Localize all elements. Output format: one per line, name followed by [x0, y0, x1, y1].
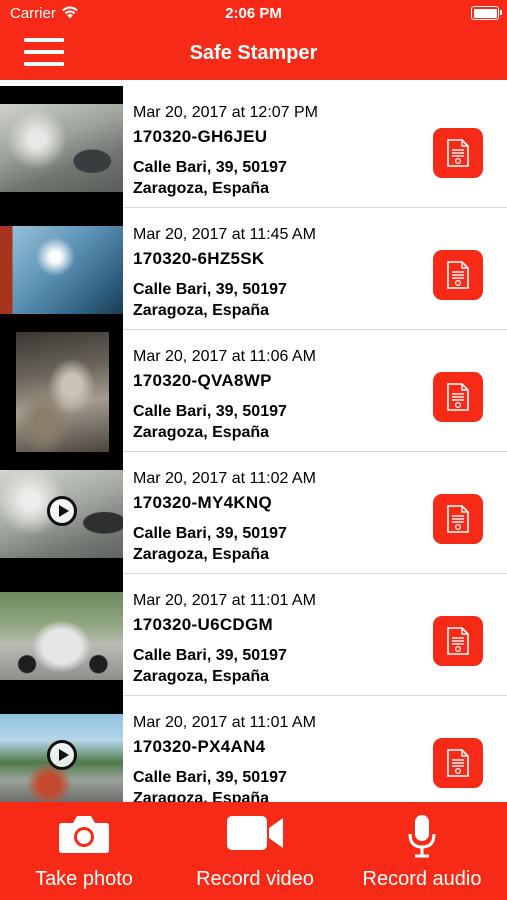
certificate-document-icon	[447, 383, 469, 411]
record-date: Mar 20, 2017 at 11:01 AM	[133, 592, 316, 609]
record-address-line1: Calle Bari, 39, 50197	[133, 159, 287, 176]
play-icon[interactable]	[47, 496, 77, 526]
record-thumbnail	[0, 574, 123, 696]
record-video-button[interactable]: Record video	[183, 802, 327, 900]
record-address-line2: Zaragoza, España	[133, 668, 270, 685]
play-icon[interactable]	[47, 740, 77, 770]
record-thumbnail	[0, 86, 123, 208]
record-date: Mar 20, 2017 at 11:45 AM	[133, 226, 316, 243]
record-audio-button[interactable]: Record audio	[348, 802, 496, 900]
record-date: Mar 20, 2017 at 12:07 PM	[133, 104, 318, 121]
record-code: 170320-PX4AN4	[133, 737, 266, 756]
record-address-line2: Zaragoza, España	[133, 302, 270, 319]
take-photo-button[interactable]: Take photo	[12, 802, 156, 900]
record-code: 170320-U6CDGM	[133, 615, 273, 634]
certificate-button[interactable]	[433, 128, 483, 178]
record-date: Mar 20, 2017 at 11:02 AM	[133, 470, 316, 487]
record-address-line1: Calle Bari, 39, 50197	[133, 525, 287, 542]
record-address-line1: Calle Bari, 39, 50197	[133, 769, 287, 786]
certificate-button[interactable]	[433, 250, 483, 300]
record-code: 170320-QVA8WP	[133, 371, 272, 390]
record-video-label: Record video	[196, 868, 314, 890]
certificate-button[interactable]	[433, 372, 483, 422]
record-info: Mar 20, 2017 at 11:02 AM 170320-MY4KNQ C…	[133, 452, 413, 574]
record-code: 170320-MY4KNQ	[133, 493, 273, 512]
certificate-button[interactable]	[433, 494, 483, 544]
record-address-line1: Calle Bari, 39, 50197	[133, 647, 287, 664]
record-thumbnail	[0, 208, 123, 330]
clock: 2:06 PM	[225, 5, 282, 22]
record-info: Mar 20, 2017 at 12:07 PM 170320-GH6JEU C…	[133, 86, 413, 208]
record-address-line2: Zaragoza, España	[133, 790, 270, 802]
record-info: Mar 20, 2017 at 11:45 AM 170320-6HZ5SK C…	[133, 208, 413, 330]
take-photo-label: Take photo	[35, 868, 133, 890]
record-row[interactable]: Mar 20, 2017 at 11:06 AM 170320-QVA8WP C…	[0, 330, 507, 452]
record-address-line2: Zaragoza, España	[133, 424, 270, 441]
record-row[interactable]: Mar 20, 2017 at 11:01 AM 170320-PX4AN4 C…	[0, 696, 507, 802]
record-date: Mar 20, 2017 at 11:06 AM	[133, 348, 316, 365]
status-bar: Carrier 2:06 PM	[0, 0, 507, 28]
record-address-line1: Calle Bari, 39, 50197	[133, 403, 287, 420]
record-row[interactable]: Mar 20, 2017 at 12:07 PM 170320-GH6JEU C…	[0, 86, 507, 208]
camera-icon	[59, 816, 109, 853]
record-address-line2: Zaragoza, España	[133, 546, 270, 563]
record-thumbnail	[0, 452, 123, 574]
page-title: Safe Stamper	[189, 42, 318, 64]
record-row[interactable]: Mar 20, 2017 at 11:02 AM 170320-MY4KNQ C…	[0, 452, 507, 574]
battery-icon	[471, 6, 502, 20]
certificate-document-icon	[447, 139, 469, 167]
certificate-document-icon	[447, 261, 469, 289]
certificate-document-icon	[447, 627, 469, 655]
record-row[interactable]: Mar 20, 2017 at 11:45 AM 170320-6HZ5SK C…	[0, 208, 507, 330]
record-row[interactable]: Mar 20, 2017 at 11:01 AM 170320-U6CDGM C…	[0, 574, 507, 696]
record-code: 170320-GH6JEU	[133, 127, 268, 146]
video-camera-icon	[227, 816, 283, 850]
record-info: Mar 20, 2017 at 11:06 AM 170320-QVA8WP C…	[133, 330, 413, 452]
record-info: Mar 20, 2017 at 11:01 AM 170320-PX4AN4 C…	[133, 696, 413, 802]
record-address-line1: Calle Bari, 39, 50197	[133, 281, 287, 298]
record-address-line2: Zaragoza, España	[133, 180, 270, 197]
certificate-button[interactable]	[433, 738, 483, 788]
record-code: 170320-6HZ5SK	[133, 249, 265, 268]
record-date: Mar 20, 2017 at 11:01 AM	[133, 714, 316, 731]
record-thumbnail	[0, 696, 123, 802]
certificate-document-icon	[447, 749, 469, 777]
navigation-bar: Safe Stamper	[0, 28, 507, 80]
top-bar: Carrier 2:06 PM Safe Stamper	[0, 0, 507, 80]
record-thumbnail	[0, 330, 123, 452]
microphone-icon	[408, 815, 436, 858]
records-list[interactable]: Mar 20, 2017 at 12:07 PM 170320-GH6JEU C…	[0, 80, 507, 802]
bottom-toolbar: Take photo Record video Record audio	[0, 802, 507, 900]
record-info: Mar 20, 2017 at 11:01 AM 170320-U6CDGM C…	[133, 574, 413, 696]
record-audio-label: Record audio	[362, 868, 482, 890]
certificate-document-icon	[447, 505, 469, 533]
certificate-button[interactable]	[433, 616, 483, 666]
